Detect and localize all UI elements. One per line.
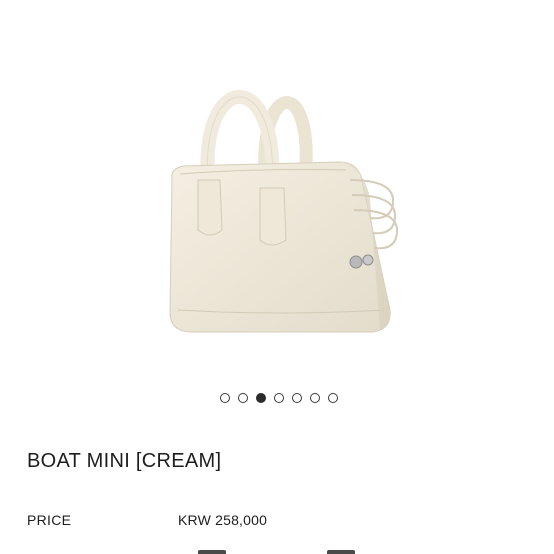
carousel-dot[interactable] — [291, 393, 302, 403]
carousel-dot[interactable] — [237, 393, 248, 403]
price-label: PRICE — [27, 512, 72, 528]
carousel-dot[interactable] — [327, 393, 338, 403]
cutoff-element — [198, 550, 226, 554]
cutoff-element — [327, 550, 355, 554]
product-title: BOAT MINI [CREAM] — [27, 450, 222, 472]
price-value: KRW 258,000 — [178, 512, 268, 528]
carousel-dot[interactable] — [255, 393, 266, 403]
bottom-cutoff-row — [0, 548, 554, 554]
price-row: PRICE KRW 258,000 — [27, 512, 527, 532]
carousel-dot[interactable] — [273, 393, 284, 403]
carousel-pagination — [0, 393, 554, 409]
product-image — [100, 40, 460, 360]
carousel-dot[interactable] — [309, 393, 320, 403]
carousel-dot[interactable] — [219, 393, 230, 403]
